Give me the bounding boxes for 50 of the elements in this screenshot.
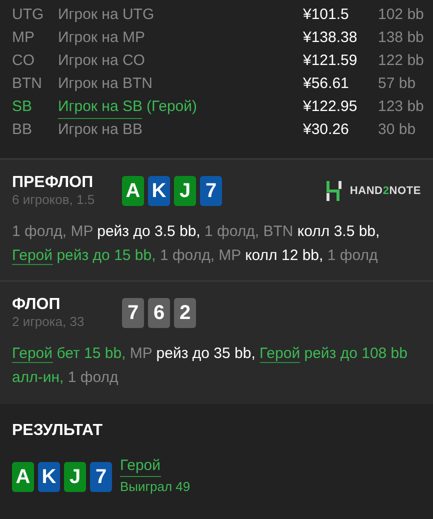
position-label: BTN: [12, 74, 43, 94]
player-name: Игрок на UTG: [58, 5, 154, 26]
street-title: ПРЕФЛОП: [12, 174, 94, 192]
player-name: Игрок на CO: [58, 51, 145, 72]
hero-link[interactable]: Герой: [12, 247, 53, 265]
winner-link[interactable]: Герой: [120, 456, 161, 477]
playing-card: 7: [122, 298, 144, 328]
position-label: MP: [12, 28, 36, 48]
stack-bb: 138 bb: [378, 28, 425, 48]
stack-amount: ¥122.95: [303, 97, 358, 118]
playing-card: K: [148, 176, 170, 206]
stack-amount: ¥30.26: [303, 120, 350, 140]
playing-card: J: [64, 462, 86, 492]
playing-card: A: [122, 176, 144, 206]
player-name: Игрок на MP: [58, 28, 145, 48]
position-label: CO: [12, 51, 36, 72]
stack-bb: 30 bb: [378, 120, 417, 140]
stack-bb: 57 bb: [378, 74, 417, 94]
result-title: РЕЗУЛЬТАТ: [12, 422, 104, 440]
playing-card: K: [38, 462, 60, 492]
playing-card: A: [12, 462, 34, 492]
playing-card: 2: [174, 298, 196, 328]
street-subtitle: 6 игроков, 1.5: [12, 192, 96, 208]
player-name: Игрок на BTN: [58, 74, 152, 94]
playing-card: J: [174, 176, 196, 206]
hero-tag: (Герой): [146, 96, 197, 120]
stack-bb: 102 bb: [378, 5, 425, 26]
logo-icon: [326, 181, 342, 201]
stack-amount: ¥56.61: [303, 74, 350, 94]
street-title: ФЛОП: [12, 296, 62, 314]
position-label: UTG: [12, 5, 45, 26]
stack-amount: ¥121.59: [303, 51, 358, 72]
street-subtitle: 2 игрока, 33: [12, 314, 86, 330]
win-amount: Выиграл 49: [120, 478, 190, 496]
stack-bb: 123 bb: [378, 97, 425, 118]
playing-card: 7: [200, 176, 222, 206]
playing-card: 6: [148, 298, 170, 328]
logo-text: HAND2NOTE: [350, 184, 421, 199]
hero-link[interactable]: Герой: [260, 345, 300, 363]
action-log: 1 фолд, MP рейз до 3.5 bb, 1 фолд, BTN колл 3.5 bb, Герой рейз до 15 bb, 1 фолд, MP колл 12 bb, 1 фолд: [12, 222, 381, 267]
stack-bb: 122 bb: [378, 51, 425, 72]
stack-amount: ¥101.5: [303, 5, 350, 26]
action-log: Герой бет 15 bb, MP рейз до 35 bb, Герой рейз до 108 bb алл-ин, 1 фолд: [12, 344, 408, 388]
playing-card: 7: [90, 462, 112, 492]
position-label: SB: [12, 97, 34, 118]
position-label: BB: [12, 120, 34, 140]
player-name-link[interactable]: Игрок на SB: [58, 96, 142, 120]
hero-link[interactable]: Герой: [12, 345, 53, 363]
player-name: Игрок на BB: [58, 120, 142, 140]
stack-amount: ¥138.38: [303, 28, 358, 48]
